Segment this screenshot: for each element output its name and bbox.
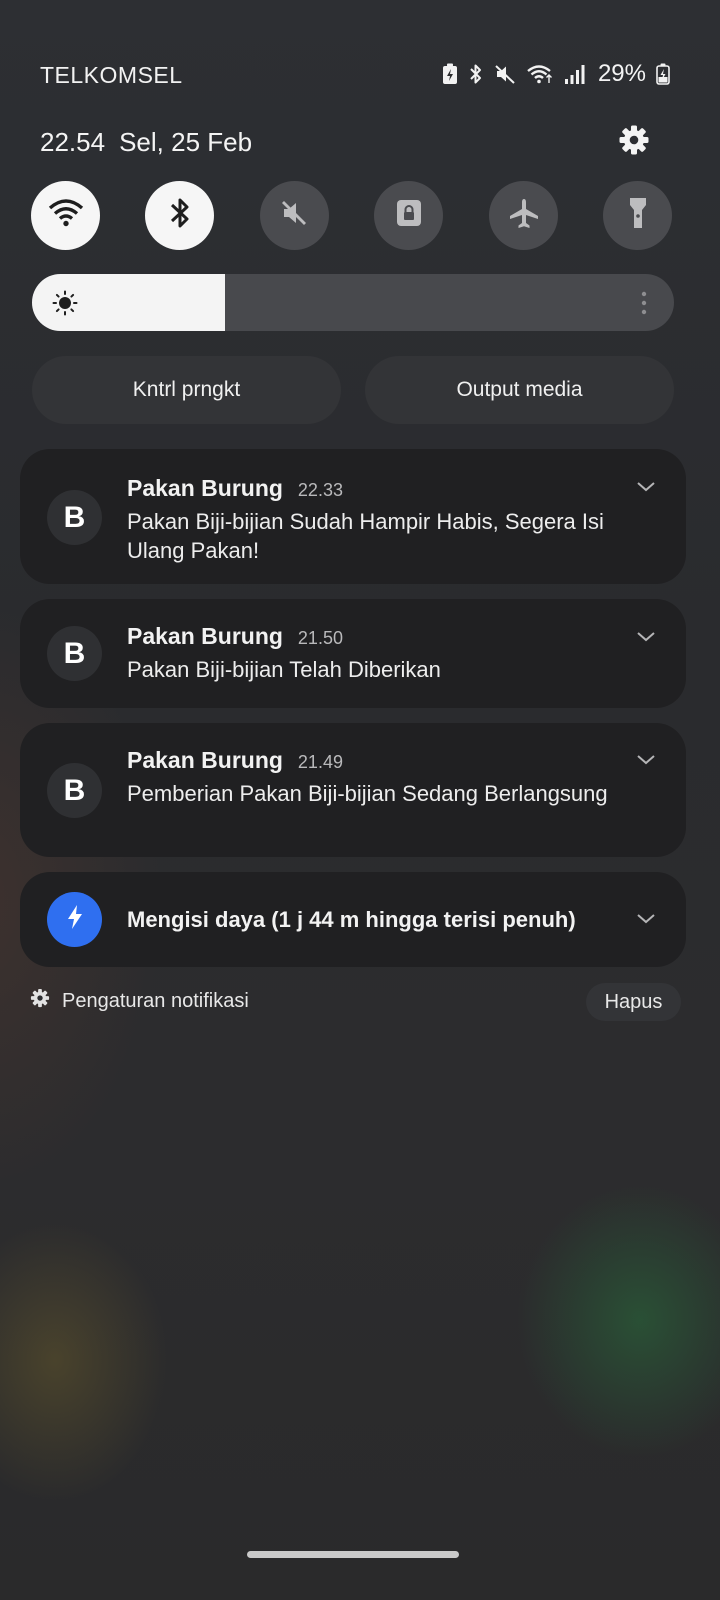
charging-notification[interactable]: Mengisi daya (1 j 44 m hingga terisi pen… bbox=[20, 872, 686, 967]
airplane-icon bbox=[507, 196, 541, 235]
carrier-name: TELKOMSEL bbox=[40, 62, 183, 88]
notification-header: Pakan Burung 21.50 bbox=[127, 623, 343, 650]
flashlight-toggle[interactable] bbox=[603, 181, 672, 250]
notification-time: 21.49 bbox=[297, 752, 343, 772]
notification-message: Pakan Biji-bijian Sudah Hampir Habis, Se… bbox=[127, 509, 604, 563]
charging-app-icon bbox=[47, 892, 102, 947]
notification-time: 22.33 bbox=[297, 480, 343, 500]
media-output-button[interactable]: Output media bbox=[365, 356, 674, 424]
device-control-button[interactable]: Kntrl prngkt bbox=[32, 356, 341, 424]
brightness-slider[interactable] bbox=[32, 274, 674, 331]
clock-time[interactable]: 22.54 bbox=[40, 127, 105, 157]
clear-all-button[interactable]: Hapus bbox=[586, 983, 681, 1021]
notification-card[interactable]: B Pakan Burung 22.33 Pakan Biji-bijian S… bbox=[20, 449, 686, 584]
notification-time: 21.50 bbox=[297, 628, 343, 648]
clock-date: 22.54 Sel, 25 Feb bbox=[40, 127, 252, 158]
wifi-toggle[interactable] bbox=[31, 181, 100, 250]
bluetooth-icon bbox=[167, 195, 193, 236]
gear-icon bbox=[30, 988, 50, 1014]
more-options-icon[interactable] bbox=[640, 291, 648, 320]
chevron-down-icon[interactable] bbox=[634, 748, 658, 772]
mute-icon bbox=[279, 197, 311, 234]
app-icon: B bbox=[47, 490, 102, 545]
app-name: Pakan Burung bbox=[127, 475, 283, 501]
notification-card[interactable]: B Pakan Burung 21.50 Pakan Biji-bijian T… bbox=[20, 599, 686, 708]
cellular-signal-icon bbox=[564, 64, 586, 84]
rotation-lock-toggle[interactable] bbox=[374, 181, 443, 250]
date-label[interactable]: Sel, 25 Feb bbox=[119, 127, 252, 157]
chevron-down-icon[interactable] bbox=[634, 475, 658, 499]
settings-button[interactable] bbox=[612, 120, 656, 164]
lightning-icon bbox=[65, 904, 85, 935]
app-icon: B bbox=[47, 763, 102, 818]
gear-icon bbox=[618, 124, 650, 161]
notification-message: Pakan Biji-bijian Telah Diberikan bbox=[127, 657, 441, 682]
sound-toggle[interactable] bbox=[260, 181, 329, 250]
app-icon: B bbox=[47, 626, 102, 681]
flashlight-icon bbox=[626, 196, 650, 235]
wifi-icon bbox=[526, 63, 554, 85]
notification-card[interactable]: B Pakan Burung 21.49 Pemberian Pakan Bij… bbox=[20, 723, 686, 857]
app-name: Pakan Burung bbox=[127, 623, 283, 649]
sun-icon bbox=[52, 290, 78, 321]
notification-message: Pemberian Pakan Biji-bijian Sedang Berla… bbox=[127, 781, 608, 806]
notification-settings-link[interactable]: Pengaturan notifikasi bbox=[30, 988, 249, 1014]
battery-percent: 29% bbox=[597, 60, 646, 87]
battery-saver-icon bbox=[442, 63, 458, 85]
airplane-toggle[interactable] bbox=[489, 181, 558, 250]
mute-icon bbox=[494, 63, 516, 85]
app-name: Pakan Burung bbox=[127, 747, 283, 773]
lock-icon bbox=[394, 197, 424, 234]
chevron-down-icon[interactable] bbox=[634, 907, 658, 931]
chevron-down-icon[interactable] bbox=[634, 625, 658, 649]
bluetooth-icon bbox=[468, 63, 484, 85]
notification-settings-label: Pengaturan notifikasi bbox=[62, 989, 249, 1012]
status-icons: 29% bbox=[442, 60, 670, 88]
notification-header: Pakan Burung 22.33 bbox=[127, 475, 343, 502]
charging-status-text: Mengisi daya (1 j 44 m hingga terisi pen… bbox=[127, 907, 576, 932]
notification-header: Pakan Burung 21.49 bbox=[127, 747, 343, 774]
wifi-icon bbox=[48, 197, 84, 234]
battery-icon bbox=[656, 63, 670, 85]
bluetooth-toggle[interactable] bbox=[145, 181, 214, 250]
quick-toggles bbox=[31, 181, 673, 251]
home-indicator[interactable] bbox=[247, 1551, 459, 1558]
